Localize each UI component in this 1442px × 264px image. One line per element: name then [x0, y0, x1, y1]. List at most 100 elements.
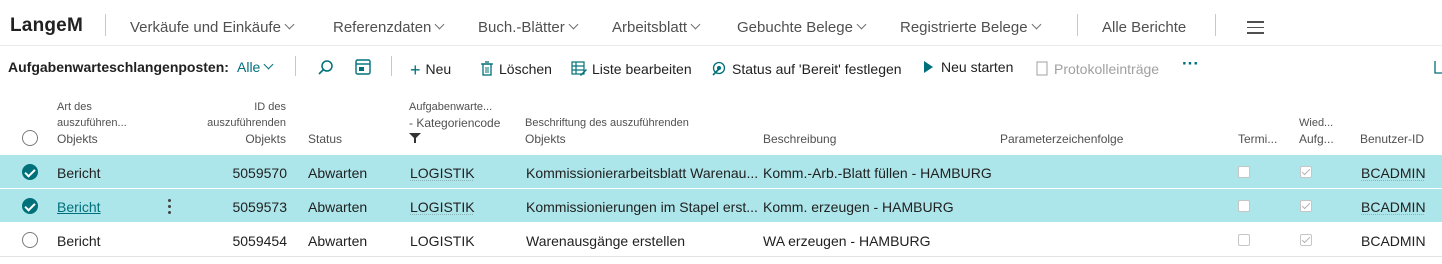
edit-list-label: Liste bearbeiten — [592, 61, 692, 77]
cell-object-id: 5059570 — [232, 165, 287, 181]
header-line: Status — [308, 132, 343, 146]
header-scheduled[interactable]: Termi... — [1238, 131, 1277, 147]
nav-sales-purchases[interactable]: Verkäufe und Einkäufe — [130, 19, 295, 36]
log-entries-label: Protokolleinträge — [1054, 61, 1160, 77]
new-button-label: Neu — [425, 61, 452, 77]
cell-object-type-link[interactable]: Bericht — [57, 199, 127, 215]
cell-description: WA erzeugen - HAMBURG — [763, 233, 931, 249]
view-filter-label: Alle — [237, 59, 261, 75]
nav-registered-documents[interactable]: Registrierte Belege — [900, 19, 1042, 36]
row-selected-checkmark[interactable] — [22, 164, 38, 180]
header-line: Objekts — [525, 132, 566, 146]
cell-recurring-checkbox[interactable] — [1300, 200, 1312, 212]
header-line: Objekts — [245, 132, 286, 146]
select-all-checkbox[interactable] — [22, 130, 38, 146]
expand-icon[interactable] — [1434, 60, 1442, 74]
cell-category-code[interactable]: LOGISTIK — [410, 165, 510, 181]
cell-object-id: 5059454 — [232, 233, 287, 249]
layout-icon[interactable] — [355, 59, 371, 75]
restart-button[interactable]: Neu starten — [924, 59, 1013, 75]
header-line: auszuführen... — [57, 117, 127, 129]
nav-reference-data[interactable]: Referenzdaten — [333, 19, 445, 36]
row-menu-icon[interactable] — [168, 199, 172, 217]
header-line: Beschriftung des auszuführenden — [525, 117, 689, 129]
chevron-down-icon — [856, 19, 867, 30]
cell-status: Abwarten — [308, 165, 368, 181]
header-line: ID des — [254, 101, 286, 113]
nav-divider — [105, 14, 106, 36]
cell-scheduled-checkbox[interactable] — [1238, 166, 1250, 178]
header-parameter[interactable]: Parameterzeichenfolge — [1000, 131, 1123, 147]
header-line: Beschreibung — [763, 132, 837, 146]
header-line: Benutzer-ID — [1360, 132, 1425, 146]
log-entries-button[interactable]: Protokolleinträge — [1036, 59, 1159, 77]
row-selected-checkmark[interactable] — [22, 198, 38, 214]
top-navigation: LangeM Verkäufe und Einkäufe Referenzdat… — [0, 0, 1442, 46]
toolbar-divider — [391, 56, 392, 76]
filter-icon[interactable] — [409, 133, 421, 143]
header-line: Aufg... — [1299, 132, 1334, 146]
nav-posted-documents[interactable]: Gebuchte Belege — [737, 19, 867, 36]
new-button[interactable]: + Neu — [410, 59, 452, 79]
cell-scheduled-checkbox[interactable] — [1238, 200, 1250, 212]
header-description[interactable]: Beschreibung — [763, 131, 836, 147]
cell-recurring-checkbox[interactable] — [1300, 166, 1312, 178]
table-row[interactable]: Bericht 5059573 Abwarten LOGISTIK Kommis… — [0, 189, 1442, 223]
header-line: - Kategoriencode — [409, 116, 501, 130]
cell-object-type: Bericht — [57, 165, 101, 181]
delete-button-label: Löschen — [499, 61, 552, 77]
cell-status: Abwarten — [308, 233, 368, 249]
header-status[interactable]: Status — [308, 131, 342, 147]
header-line: Aufgabenwarte... — [409, 101, 493, 113]
nav-journals[interactable]: Buch.-Blätter — [478, 19, 579, 36]
restart-label: Neu starten — [941, 59, 1014, 75]
toolbar-divider — [295, 56, 296, 76]
nav-all-reports[interactable]: Alle Berichte — [1102, 19, 1186, 36]
cell-description: Komm.-Arb.-Blatt füllen - HAMBURG — [763, 165, 992, 181]
more-options-button[interactable]: ··· — [1182, 54, 1199, 74]
nav-label: Buch.-Blätter — [478, 19, 565, 36]
cell-recurring-checkbox[interactable] — [1300, 234, 1312, 246]
nav-worksheet[interactable]: Arbeitsblatt — [612, 19, 701, 36]
view-filter-dropdown[interactable]: Alle — [237, 59, 274, 75]
header-line: Art des — [57, 101, 92, 113]
table-row[interactable]: Bericht 5059570 Abwarten LOGISTIK Kommis… — [0, 155, 1442, 189]
search-icon[interactable] — [317, 59, 334, 76]
set-ready-label: Status auf 'Bereit' festlegen — [732, 61, 902, 77]
table-row[interactable]: Bericht 5059454 Abwarten LOGISTIK Warena… — [0, 223, 1442, 257]
cell-status: Abwarten — [308, 199, 368, 215]
cell-user-id[interactable]: BCADMIN — [1361, 165, 1439, 181]
cell-category-code[interactable]: LOGISTIK — [410, 199, 510, 215]
cell-object-id: 5059573 — [232, 199, 287, 215]
chevron-down-icon — [690, 19, 701, 30]
cell-user-id[interactable]: BCADMIN — [1361, 199, 1439, 215]
nav-label: Gebuchte Belege — [737, 19, 853, 36]
company-name[interactable]: LangeM — [10, 15, 83, 37]
grid-header: Art des auszuführen... Objekts ID des au… — [0, 87, 1442, 153]
cell-caption: Kommissionierungen im Stapel erst... — [526, 199, 758, 215]
header-user-id[interactable]: Benutzer-ID — [1360, 131, 1424, 147]
chevron-down-icon — [434, 19, 445, 30]
cell-scheduled-checkbox[interactable] — [1238, 234, 1250, 246]
header-recurring[interactable]: Wied... Aufg... — [1299, 115, 1334, 147]
header-object-type[interactable]: Art des auszuführen... Objekts — [57, 99, 127, 147]
status-icon — [712, 61, 726, 76]
header-object-id[interactable]: ID des auszuführenden Objekts — [185, 99, 286, 147]
row-select-checkbox[interactable] — [22, 232, 38, 248]
edit-list-button[interactable]: Liste bearbeiten — [571, 59, 692, 77]
edit-list-icon — [571, 61, 587, 76]
cell-caption: Warenausgänge erstellen — [526, 233, 686, 249]
set-ready-button[interactable]: Status auf 'Bereit' festlegen — [711, 59, 902, 77]
log-icon — [1036, 61, 1048, 76]
delete-button[interactable]: Löschen — [481, 59, 552, 77]
header-line: auszuführenden — [207, 117, 286, 129]
header-category-code[interactable]: Aufgabenwarte... - Kategoriencode — [409, 99, 500, 148]
header-caption[interactable]: Beschriftung des auszuführenden Objekts — [525, 115, 689, 147]
nav-divider — [1077, 14, 1078, 36]
cell-description: Komm. erzeugen - HAMBURG — [763, 199, 954, 215]
chevron-down-icon — [263, 59, 274, 70]
page-title: Aufgabenwarteschlangenposten: — [8, 59, 229, 75]
trash-icon — [481, 61, 493, 76]
hamburger-icon[interactable] — [1247, 21, 1264, 38]
header-line: Termi... — [1238, 132, 1278, 146]
